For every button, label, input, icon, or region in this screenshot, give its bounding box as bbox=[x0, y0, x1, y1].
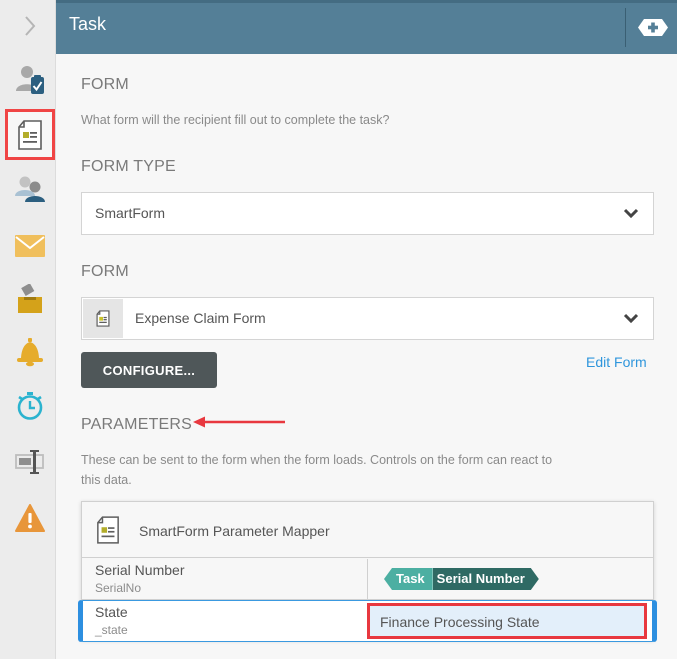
expand-sidebar-button[interactable] bbox=[16, 12, 44, 40]
parameter-name: State bbox=[95, 604, 128, 620]
form-section-description: What form will the recipient fill out to… bbox=[81, 113, 390, 127]
edit-form-link[interactable]: Edit Form bbox=[586, 354, 647, 370]
page-title: Task bbox=[69, 14, 107, 34]
form-icon bbox=[96, 310, 110, 327]
sidebar-item-inbox[interactable] bbox=[6, 275, 54, 323]
sidebar bbox=[0, 0, 56, 659]
parameter-row-selected[interactable]: State _state Finance Processing State bbox=[78, 600, 657, 642]
parameter-system-name: _state bbox=[95, 623, 128, 637]
annotation-arrow bbox=[193, 416, 285, 428]
header-divider bbox=[625, 8, 626, 47]
sidebar-item-text-field[interactable] bbox=[6, 438, 54, 486]
add-button[interactable] bbox=[638, 19, 668, 36]
parameters-title: PARAMETERS bbox=[81, 416, 193, 433]
form-type-icon-box bbox=[83, 299, 123, 338]
form-type-label: FORM TYPE bbox=[81, 158, 176, 175]
text-field-icon bbox=[15, 450, 44, 474]
sidebar-item-email[interactable] bbox=[6, 222, 54, 270]
parameters-description-line1: These can be sent to the form when the f… bbox=[81, 453, 553, 467]
stopwatch-icon bbox=[17, 392, 43, 420]
form-type-select[interactable]: SmartForm bbox=[81, 192, 654, 235]
parameter-row: Serial Number SerialNo Task Serial Numbe… bbox=[82, 559, 653, 600]
sidebar-item-escalation[interactable] bbox=[6, 382, 54, 430]
form-icon bbox=[97, 516, 119, 544]
form-value: Expense Claim Form bbox=[135, 310, 266, 326]
warning-icon bbox=[15, 504, 45, 532]
parameter-name: Serial Number bbox=[95, 562, 185, 578]
inbox-icon bbox=[18, 284, 42, 313]
reference-token[interactable]: Task Serial Number bbox=[384, 568, 539, 590]
parameter-system-name: SerialNo bbox=[95, 581, 142, 595]
parameter-mapper: SmartForm Parameter Mapper Serial Number… bbox=[78, 501, 657, 642]
sidebar-item-users[interactable] bbox=[6, 165, 54, 213]
parameters-description-line2: this data. bbox=[81, 473, 132, 487]
email-icon bbox=[15, 235, 45, 257]
form-type-value: SmartForm bbox=[95, 205, 165, 221]
chevron-right-icon bbox=[25, 16, 36, 36]
add-icon bbox=[638, 19, 668, 36]
task-panel: Task FORM What form will the recipient f… bbox=[0, 0, 677, 659]
form-select[interactable]: Expense Claim Form bbox=[81, 297, 654, 340]
panel-header: Task bbox=[56, 0, 677, 54]
token-value: Serial Number bbox=[433, 568, 539, 590]
form-label: FORM bbox=[81, 263, 129, 280]
token-source: Task bbox=[384, 568, 433, 590]
chevron-down-icon bbox=[623, 208, 639, 219]
parameter-mapper-header: SmartForm Parameter Mapper bbox=[82, 502, 653, 558]
bell-icon bbox=[17, 338, 43, 367]
sidebar-item-notifications[interactable] bbox=[6, 328, 54, 376]
form-section-title: FORM bbox=[81, 76, 129, 93]
chevron-down-icon bbox=[623, 313, 639, 324]
state-value-input[interactable]: Finance Processing State bbox=[367, 603, 647, 639]
content-area: FORM What form will the recipient fill o… bbox=[56, 54, 677, 659]
user-task-icon bbox=[16, 66, 44, 94]
form-icon bbox=[18, 119, 42, 150]
configure-button[interactable]: CONFIGURE... bbox=[81, 352, 217, 388]
parameter-mapper-title: SmartForm Parameter Mapper bbox=[139, 523, 330, 539]
users-icon bbox=[15, 176, 45, 202]
sidebar-item-form[interactable] bbox=[5, 109, 55, 160]
sidebar-item-warning[interactable] bbox=[6, 494, 54, 542]
sidebar-item-user-task[interactable] bbox=[6, 55, 54, 103]
column-divider bbox=[367, 559, 368, 600]
state-value: Finance Processing State bbox=[380, 614, 540, 630]
